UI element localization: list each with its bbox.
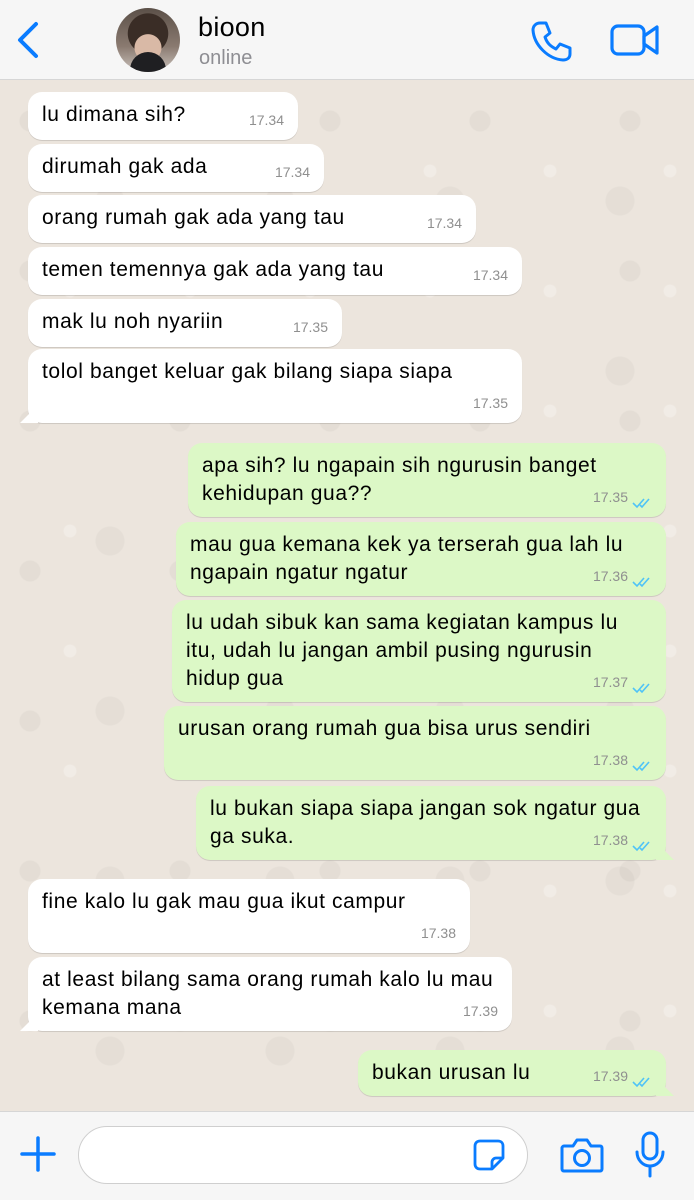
message-bubble-incoming[interactable]: fine kalo lu gak mau gua ikut campur 17.… [28, 879, 470, 953]
bubble-tail [20, 1013, 38, 1031]
message-bubble-incoming[interactable]: lu dimana sih? 17.34 [28, 92, 298, 140]
message-time: 17.36 [592, 568, 628, 584]
message-time: 17.39 [462, 1003, 498, 1019]
read-receipt-icon [632, 577, 650, 588]
message-text: mak lu noh nyariin [42, 310, 224, 333]
call-button[interactable] [528, 18, 574, 64]
read-receipt-icon [632, 761, 650, 772]
message-bubble-incoming[interactable]: temen temennya gak ada yang tau 17.34 [28, 247, 522, 295]
message-input[interactable] [78, 1126, 528, 1184]
message-text: temen temennya gak ada yang tau [42, 258, 384, 281]
video-call-button[interactable] [610, 22, 660, 58]
message-time: 17.37 [592, 674, 628, 690]
message-text: lu udah sibuk kan sama kegiatan kampus l… [186, 611, 619, 690]
message-bubble-outgoing[interactable]: apa sih? lu ngapain sih ngurusin banget … [188, 443, 666, 517]
chevron-left-icon [18, 22, 38, 58]
contact-name[interactable]: bioon [198, 12, 266, 43]
camera-icon [560, 1138, 604, 1173]
message-time: 17.34 [472, 267, 508, 283]
message-time: 17.34 [248, 112, 284, 128]
sticker-icon [473, 1139, 505, 1171]
message-bubble-outgoing[interactable]: bukan urusan lu 17.39 [358, 1050, 674, 1096]
message-time: 17.35 [592, 489, 628, 505]
avatar[interactable] [116, 8, 180, 72]
message-text: at least bilang sama orang rumah kalo lu… [42, 968, 494, 1019]
message-time: 17.38 [420, 925, 456, 941]
microphone-button[interactable] [634, 1130, 666, 1180]
input-bar [0, 1111, 694, 1200]
message-bubble-incoming[interactable]: orang rumah gak ada yang tau 17.34 [28, 195, 476, 243]
back-button[interactable] [14, 20, 46, 60]
read-receipt-icon [632, 841, 650, 852]
sticker-button[interactable] [472, 1138, 506, 1172]
message-text: lu bukan siapa siapa jangan sok ngatur g… [210, 797, 641, 848]
bubble-tail [656, 842, 674, 860]
plus-icon [20, 1136, 56, 1172]
chat-area[interactable]: lu dimana sih? 17.34 dirumah gak ada 17.… [0, 81, 694, 1111]
message-text: orang rumah gak ada yang tau [42, 206, 345, 229]
message-bubble-outgoing[interactable]: urusan orang rumah gua bisa urus sendiri… [164, 706, 666, 780]
bubble-tail [20, 405, 38, 423]
message-time: 17.35 [292, 319, 328, 335]
message-text: mau gua kemana kek ya terserah gua lah l… [190, 533, 624, 584]
message-time: 17.34 [274, 164, 310, 180]
message-text: bukan urusan lu [372, 1061, 531, 1084]
microphone-icon [635, 1131, 665, 1178]
message-time: 17.35 [472, 395, 508, 411]
message-text: dirumah gak ada [42, 155, 208, 178]
message-bubble-incoming[interactable]: dirumah gak ada 17.34 [28, 144, 324, 192]
message-bubble-incoming[interactable]: mak lu noh nyariin 17.35 [28, 299, 342, 347]
message-bubble-outgoing[interactable]: lu udah sibuk kan sama kegiatan kampus l… [172, 600, 666, 702]
message-bubble-incoming[interactable]: at least bilang sama orang rumah kalo lu… [20, 957, 512, 1031]
read-receipt-icon [632, 683, 650, 694]
message-time: 17.34 [426, 215, 462, 231]
video-camera-icon [610, 24, 659, 56]
message-text: lu dimana sih? [42, 103, 186, 126]
message-bubble-outgoing[interactable]: lu bukan siapa siapa jangan sok ngatur g… [196, 786, 674, 860]
message-text: urusan orang rumah gua bisa urus sendiri [178, 717, 591, 740]
message-text: tolol banget keluar gak bilang siapa sia… [42, 360, 453, 383]
bubble-tail [656, 1078, 674, 1096]
message-time: 17.38 [592, 752, 628, 768]
chat-header: bioon online [0, 0, 694, 80]
message-bubble-outgoing[interactable]: mau gua kemana kek ya terserah gua lah l… [176, 522, 666, 596]
camera-button[interactable] [560, 1136, 604, 1174]
message-text: apa sih? lu ngapain sih ngurusin banget … [202, 454, 597, 505]
message-text: fine kalo lu gak mau gua ikut campur [42, 890, 406, 913]
attach-button[interactable] [18, 1134, 58, 1174]
message-time: 17.38 [592, 832, 628, 848]
contact-status: online [199, 47, 253, 69]
message-time: 17.39 [592, 1068, 628, 1084]
message-bubble-incoming[interactable]: tolol banget keluar gak bilang siapa sia… [20, 349, 522, 423]
read-receipt-icon [632, 498, 650, 509]
phone-icon [531, 21, 572, 62]
read-receipt-icon [632, 1077, 650, 1088]
